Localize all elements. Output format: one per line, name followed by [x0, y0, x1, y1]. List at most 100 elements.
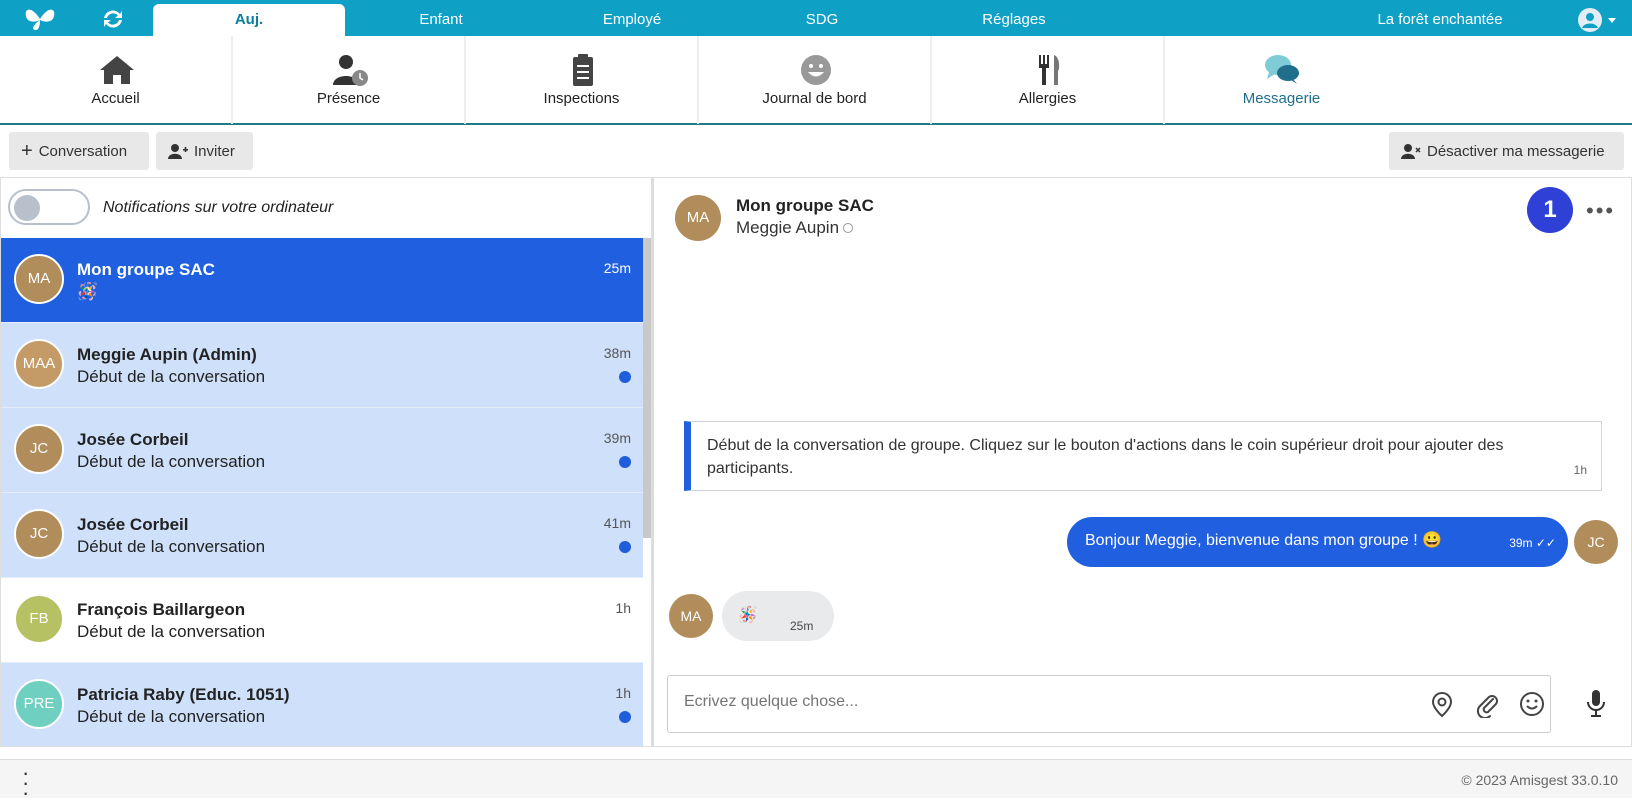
notification-row: Notifications sur votre ordinateur: [1, 178, 651, 238]
copyright: © 2023 Amisgest 33.0.10: [1461, 772, 1618, 788]
system-message: Début de la conversation de groupe. Cliq…: [684, 421, 1602, 491]
user-menu[interactable]: [1578, 8, 1628, 32]
microphone-icon[interactable]: [1584, 688, 1608, 718]
smile-icon: [801, 55, 831, 85]
module-label: Inspections: [543, 90, 620, 107]
avatar: JC: [14, 509, 64, 559]
button-label: Inviter: [194, 142, 235, 160]
count-badge: 1: [1527, 187, 1573, 233]
chat-title: Mon groupe SAC: [736, 196, 874, 215]
message-text: Bonjour Meggie, bienvenue dans mon group…: [1085, 532, 1443, 549]
conversation-preview: Début de la conversation: [77, 622, 266, 641]
message-text: 🪅: [738, 607, 758, 624]
kebab-menu-icon[interactable]: · · ·: [22, 762, 29, 804]
message-time: 39m ✓✓: [1509, 536, 1556, 550]
button-label: Conversation: [38, 142, 128, 160]
avatar: MA: [14, 254, 64, 304]
conversation-preview: Début de la conversation: [77, 452, 266, 471]
location-pin-icon[interactable]: [1428, 690, 1456, 718]
avatar: PRE: [14, 679, 64, 729]
module-allergies[interactable]: Allergies: [932, 36, 1165, 124]
message-composer: [667, 675, 1551, 733]
module-presence[interactable]: Présence: [233, 36, 466, 124]
toolbar: + Conversation Inviter Désactiver ma mes…: [0, 127, 1632, 177]
invite-button[interactable]: Inviter: [156, 132, 253, 170]
tab-enfant[interactable]: Enfant: [345, 0, 537, 36]
clipboard-icon: [573, 54, 593, 86]
conversation-item[interactable]: FB François Baillargeon Début de la conv…: [1, 578, 643, 663]
conversation-item[interactable]: JC Josée Corbeil Début de la conversatio…: [1, 408, 643, 493]
conversation-item[interactable]: PRE Patricia Raby (Educ. 1051) Début de …: [1, 663, 643, 746]
toggle-knob: [14, 195, 40, 221]
conversation-time: 38m: [603, 345, 631, 361]
avatar: FB: [14, 594, 64, 644]
conversation-preview: Début de la conversation: [77, 537, 266, 556]
tab-reglages[interactable]: Réglages: [917, 0, 1111, 36]
conversation-name: Josée Corbeil: [77, 515, 189, 534]
refresh-icon[interactable]: [100, 8, 126, 30]
center-name[interactable]: La forêt enchantée: [1300, 0, 1580, 40]
button-label: Désactiver ma messagerie: [1427, 142, 1605, 160]
module-accueil[interactable]: Accueil: [0, 36, 233, 124]
conversation-name: Patricia Raby (Educ. 1051): [77, 685, 290, 704]
conversation-name: Josée Corbeil: [77, 430, 189, 449]
system-message-text: Début de la conversation de groupe. Cliq…: [707, 437, 1504, 477]
user-x-icon: [1401, 144, 1421, 159]
unread-indicator: [619, 371, 631, 383]
conversation-item[interactable]: MAA Meggie Aupin (Admin) Début de la con…: [1, 323, 643, 408]
conversation-preview: Début de la conversation: [77, 367, 266, 386]
conversation-name: Meggie Aupin (Admin): [77, 345, 257, 364]
fork-knife-icon: [1039, 55, 1060, 85]
conversation-list-panel: Notifications sur votre ordinateur MA Mo…: [0, 177, 652, 747]
conversation-time: 25m: [603, 260, 631, 276]
notification-toggle[interactable]: [8, 189, 90, 225]
tab-employe[interactable]: Employé: [537, 0, 727, 36]
incoming-message: 🪅 25m: [722, 591, 834, 641]
tab-sdg[interactable]: SDG: [727, 0, 917, 36]
avatar: MAA: [14, 339, 64, 389]
conversation-preview: Début de la conversation: [77, 707, 266, 726]
paperclip-icon[interactable]: [1473, 690, 1501, 718]
home-icon: [100, 56, 134, 84]
footer: · · · © 2023 Amisgest 33.0.10: [0, 759, 1632, 804]
conversation-name: François Baillargeon: [77, 600, 246, 619]
emoji-icon[interactable]: [1518, 690, 1546, 718]
user-clock-icon: [333, 55, 368, 86]
user-plus-icon: [168, 144, 188, 159]
module-bar: Accueil Présence Inspections Journal de …: [0, 36, 1632, 125]
message-time: 1h: [1573, 463, 1587, 477]
tab-auj[interactable]: Auj.: [153, 4, 345, 36]
new-conversation-button[interactable]: + Conversation: [9, 132, 149, 170]
module-label: Allergies: [1018, 90, 1077, 107]
module-messagerie[interactable]: Messagerie: [1165, 36, 1398, 124]
conversation-time: 39m: [603, 430, 631, 446]
avatar: JC: [1574, 520, 1618, 564]
chat-bubbles-icon: [1265, 55, 1299, 84]
chat-subtitle: Meggie Aupin: [736, 218, 854, 238]
module-journal[interactable]: Journal de bord: [699, 36, 932, 124]
top-navbar: Auj. Enfant Employé SDG Réglages La forê…: [0, 0, 1632, 36]
user-avatar-icon: [1578, 8, 1602, 32]
message-time: 25m: [790, 619, 814, 633]
plus-icon: +: [21, 140, 33, 162]
scrollbar[interactable]: [643, 238, 651, 538]
message-input[interactable]: [684, 693, 1364, 711]
more-actions-icon[interactable]: •••: [1586, 198, 1615, 224]
notification-label: Notifications sur votre ordinateur: [103, 199, 334, 216]
conversation-time: 1h: [615, 685, 631, 701]
chat-avatar: MA: [675, 195, 721, 241]
conversation-item[interactable]: JC Josée Corbeil Début de la conversatio…: [1, 493, 643, 578]
module-inspections[interactable]: Inspections: [466, 36, 699, 124]
caret-down-icon: [1608, 18, 1616, 23]
module-label: Messagerie: [1242, 90, 1321, 107]
butterfly-logo-icon[interactable]: [22, 6, 58, 32]
avatar: MA: [669, 594, 713, 638]
conversation-name: Mon groupe SAC: [77, 260, 215, 279]
unread-indicator: [619, 711, 631, 723]
module-label: Journal de bord: [762, 90, 867, 107]
disable-messaging-button[interactable]: Désactiver ma messagerie: [1389, 132, 1624, 170]
participant-name: Meggie Aupin: [736, 218, 840, 237]
unread-indicator: [619, 456, 631, 468]
status-offline-icon: [843, 223, 854, 233]
conversation-item[interactable]: MA Mon groupe SAC 🪅 25m: [1, 238, 643, 323]
